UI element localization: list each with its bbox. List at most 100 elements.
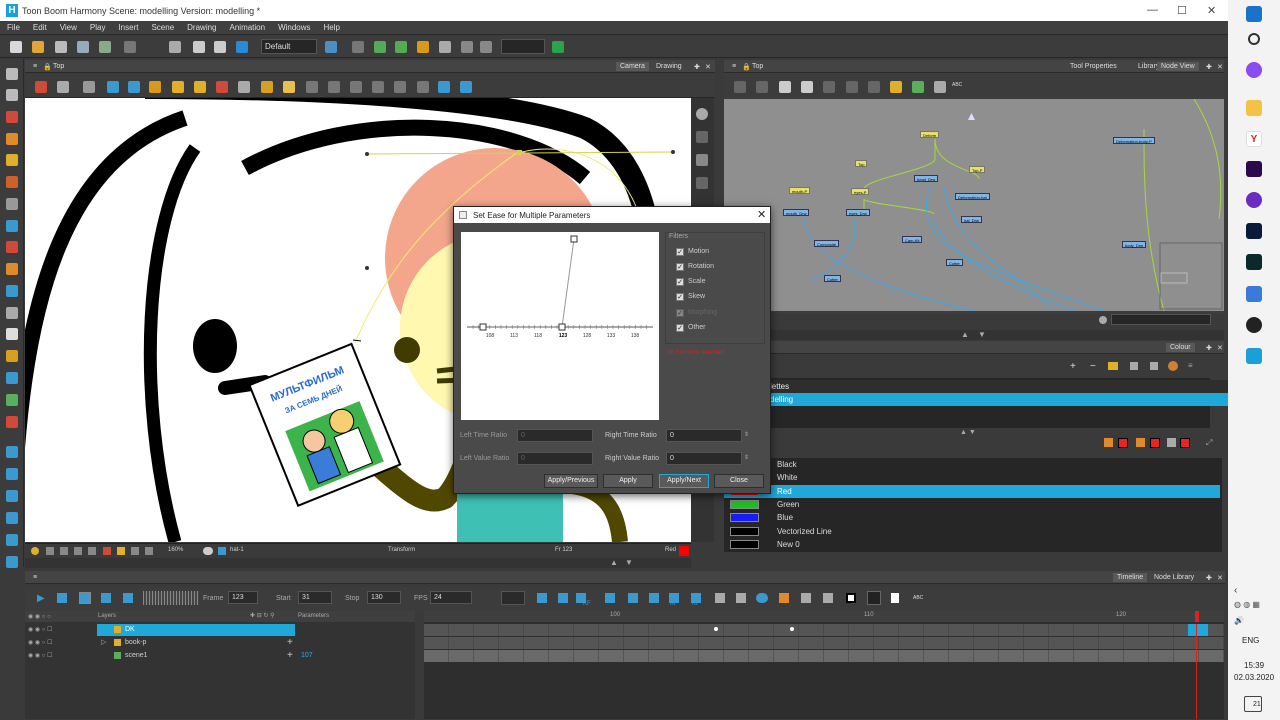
- node-collapse-up-icon[interactable]: ▲: [961, 330, 969, 339]
- view-mode-icon[interactable]: [696, 131, 708, 143]
- stop-motion-keyframe-icon[interactable]: [605, 593, 615, 603]
- scale-tool-icon[interactable]: [6, 468, 18, 480]
- right-value-ratio-input[interactable]: 0: [666, 452, 742, 465]
- import-icon[interactable]: [99, 41, 111, 53]
- node-body[interactable]: body_Drw: [1122, 241, 1147, 248]
- keyframe-dk-2[interactable]: [790, 627, 794, 631]
- deformer-select[interactable]: [501, 39, 545, 54]
- clock-time[interactable]: 15:39: [1244, 661, 1264, 670]
- new-drawing-icon[interactable]: [891, 593, 899, 603]
- audition-icon[interactable]: [1246, 254, 1262, 270]
- node-eyes[interactable]: eyes_Drw: [846, 209, 870, 216]
- node-composite[interactable]: Composite: [814, 240, 840, 247]
- playback-speed-slider[interactable]: [143, 591, 199, 605]
- node-cutter-1[interactable]: Cutter: [946, 259, 963, 266]
- render-icon[interactable]: [236, 41, 248, 53]
- light-table-icon[interactable]: [128, 81, 140, 93]
- curve-tool-icon[interactable]: [395, 41, 407, 53]
- onion-icon[interactable]: [801, 593, 811, 603]
- keyframe-dk-1[interactable]: [714, 627, 718, 631]
- lightbulb-icon[interactable]: [31, 547, 39, 555]
- menu-insert[interactable]: Insert: [111, 21, 144, 32]
- file-explorer-icon[interactable]: [1246, 100, 1262, 116]
- palette-splitter[interactable]: ▲ ▼: [960, 427, 1000, 436]
- reset-view-icon[interactable]: [145, 547, 153, 555]
- timeline-abc-icon[interactable]: ABC: [913, 595, 923, 601]
- ik-tool-icon[interactable]: [6, 556, 18, 568]
- maximize-icon[interactable]: ☐: [1177, 4, 1187, 17]
- apply-previous-button[interactable]: Apply/Previous: [544, 474, 598, 488]
- morph-tool-icon[interactable]: [6, 512, 18, 524]
- stroke-icon[interactable]: [328, 81, 340, 93]
- zoom-level[interactable]: 160%: [168, 547, 183, 553]
- undo-icon[interactable]: [124, 41, 136, 53]
- node-top-p[interactable]: Top-P: [969, 166, 986, 173]
- status-lock-icon[interactable]: [117, 547, 125, 555]
- tab-camera[interactable]: Camera: [616, 62, 649, 71]
- start-icon[interactable]: [1246, 6, 1262, 22]
- node-mouth-p[interactable]: mouth-P: [789, 187, 811, 194]
- selected-cell[interactable]: [1188, 624, 1208, 636]
- brush-tool-icon[interactable]: [6, 111, 18, 123]
- peg-icon[interactable]: [779, 81, 791, 93]
- unlock-icon[interactable]: [194, 81, 206, 93]
- composite-icon[interactable]: [868, 81, 880, 93]
- lock-drawing-icon[interactable]: [172, 81, 184, 93]
- rig-tool-icon[interactable]: [374, 41, 386, 53]
- reduce-exposure-icon[interactable]: [736, 593, 746, 603]
- convert-deformer-icon[interactable]: [552, 41, 564, 53]
- node-hat[interactable]: hat_Drw: [961, 216, 982, 223]
- line-icon[interactable]: [350, 81, 362, 93]
- node-back-icon[interactable]: [734, 81, 746, 93]
- remove-palette-icon[interactable]: −: [1090, 361, 1096, 372]
- swatch-black[interactable]: Black: [724, 458, 1220, 471]
- frame-ruler[interactable]: 100 110 120: [424, 611, 1224, 622]
- ease-preset-select[interactable]: [501, 591, 525, 605]
- left-value-ratio-input[interactable]: 0: [517, 452, 593, 465]
- menu-animation[interactable]: Animation: [223, 21, 272, 32]
- rotate-view-icon[interactable]: [131, 547, 139, 555]
- save-icon[interactable]: [55, 41, 67, 53]
- tab-drawing[interactable]: Drawing: [652, 62, 686, 71]
- exposure-grid[interactable]: 100 110 120: [424, 611, 1224, 719]
- key-envelope-icon[interactable]: [537, 593, 547, 603]
- paint-bucket-icon[interactable]: [6, 241, 18, 253]
- copy-icon[interactable]: [193, 41, 205, 53]
- premiere-icon[interactable]: [1246, 161, 1262, 177]
- swatch-link-icon[interactable]: ⤢: [1206, 438, 1212, 448]
- play-icon[interactable]: ▶: [37, 593, 45, 604]
- workspace-select[interactable]: Default: [261, 39, 317, 54]
- play-sound-icon[interactable]: [57, 593, 67, 603]
- volume-icon[interactable]: 🔊: [1234, 616, 1244, 625]
- node-abc-icon[interactable]: ABC: [952, 82, 962, 88]
- menu-help[interactable]: Help: [317, 21, 346, 32]
- left-time-ratio-input[interactable]: 0: [517, 429, 593, 442]
- tray-icons[interactable]: ◍ ◍ ▦: [1234, 600, 1274, 612]
- shape-icon[interactable]: [394, 81, 406, 93]
- track-book-p[interactable]: [424, 637, 1224, 649]
- node-deformation-hat[interactable]: Deformation-hat: [955, 193, 990, 200]
- swatch-red-3[interactable]: [1180, 438, 1190, 448]
- clock-date[interactable]: 02.03.2020: [1234, 673, 1274, 682]
- layer-row-toggles-2[interactable]: ◉ ◉ ○ ☐: [28, 639, 52, 646]
- light-icon[interactable]: [261, 81, 273, 93]
- ungroup-icon[interactable]: [846, 81, 858, 93]
- node-search-icon[interactable]: [934, 81, 946, 93]
- align-right-icon[interactable]: [460, 81, 472, 93]
- mute-icon[interactable]: [123, 593, 133, 603]
- menu-play[interactable]: Play: [83, 21, 112, 32]
- layer-row-toggles-3[interactable]: ◉ ◉ ○ ☐: [28, 652, 52, 659]
- node-head[interactable]: head_Drw: [914, 175, 939, 182]
- search-icon[interactable]: [1248, 33, 1260, 45]
- palette-menu-icon[interactable]: ≡: [1188, 361, 1193, 370]
- right-time-stepper[interactable]: ⇕: [744, 431, 749, 438]
- clone-icon[interactable]: [823, 593, 833, 603]
- layer-stack-icon[interactable]: [696, 154, 708, 166]
- drawing-node-icon[interactable]: [801, 81, 813, 93]
- right-value-stepper[interactable]: ⇕: [744, 454, 749, 461]
- workspace-manager-icon[interactable]: [325, 41, 337, 53]
- fill-icon[interactable]: [306, 81, 318, 93]
- open-icon[interactable]: [32, 41, 44, 53]
- collapse-up-icon[interactable]: ▲: [610, 558, 618, 567]
- swatch-new-0[interactable]: New 0: [724, 538, 1220, 551]
